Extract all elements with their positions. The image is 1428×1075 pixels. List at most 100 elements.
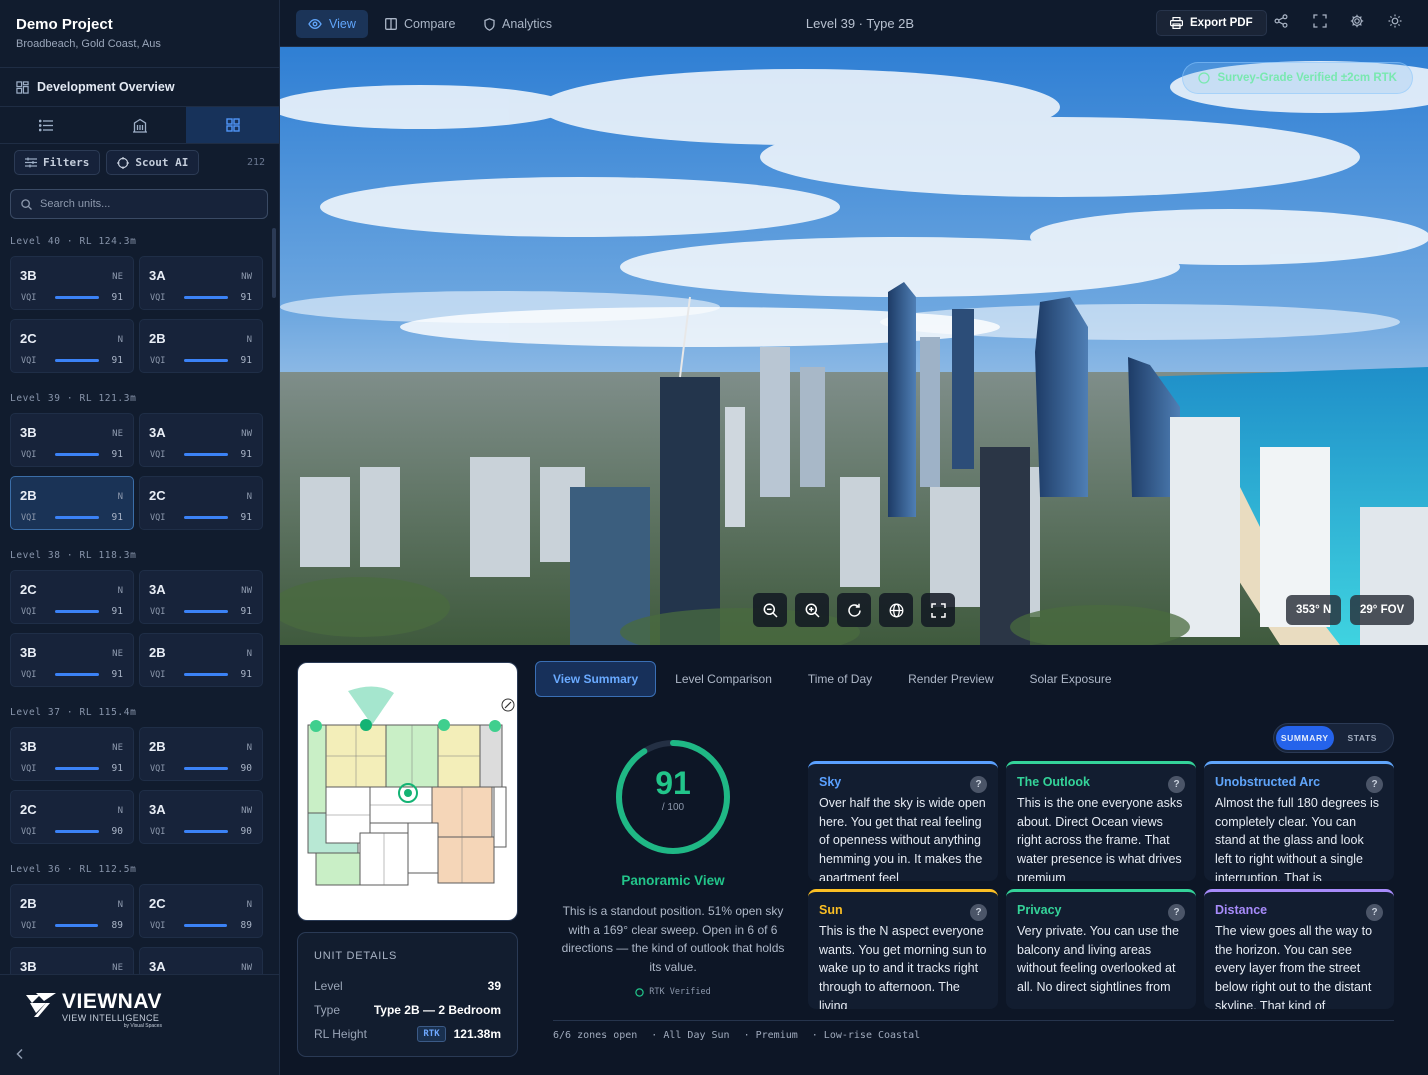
unit-card[interactable]: 3B NE VQI 91	[10, 727, 134, 781]
theme-toggle-button[interactable]	[1388, 14, 1402, 33]
zoom-out-button[interactable]	[753, 593, 787, 627]
insight-card[interactable]: Sun? This is the N aspect everyone wants.…	[808, 889, 998, 1009]
unit-card[interactable]: 3A NW VQI 90	[139, 790, 263, 844]
vqi-bar	[55, 359, 99, 362]
scout-ai-button[interactable]: Scout AI	[106, 150, 200, 175]
building-view-tab[interactable]	[93, 107, 186, 143]
nav-view[interactable]: View	[296, 10, 368, 38]
unit-type: 2C	[20, 802, 37, 817]
unit-card[interactable]: 3B NE VQI 91	[10, 413, 134, 467]
tab-solar-exposure[interactable]: Solar Exposure	[1013, 661, 1129, 697]
help-icon[interactable]: ?	[1168, 776, 1185, 793]
insight-card[interactable]: Unobstructed Arc? Almost the full 180 deg…	[1204, 761, 1394, 881]
help-icon[interactable]: ?	[1168, 904, 1185, 921]
unit-vqi-score: 91	[111, 606, 123, 617]
unit-card[interactable]: 3B NE VQI 91	[10, 633, 134, 687]
nav-analytics[interactable]: Analytics	[472, 10, 564, 38]
insight-card[interactable]: Distance? The view goes all the way to th…	[1204, 889, 1394, 1009]
filters-label: Filters	[43, 156, 90, 169]
viewer-fullscreen-button[interactable]	[921, 593, 955, 627]
brand-name: VIEWNAV	[62, 990, 162, 1013]
unit-card[interactable]: 2B N VQI 91	[10, 476, 134, 530]
unit-card[interactable]: 2B N VQI 89	[10, 884, 134, 938]
vqi-bar	[55, 516, 99, 519]
tab-render-preview[interactable]: Render Preview	[891, 661, 1010, 697]
unit-details-title: UNIT DETAILS	[314, 950, 398, 962]
unit-vqi-score: 91	[240, 512, 252, 523]
development-overview-link[interactable]: Development Overview	[0, 68, 279, 107]
top-bar: View Compare Analytics Level 39 · Type 2…	[280, 0, 1428, 47]
unit-details-panel: UNIT DETAILS Level 39 Type Type 2B — 2 B…	[297, 932, 518, 1057]
export-pdf-button[interactable]: Export PDF	[1156, 10, 1267, 36]
unit-card[interactable]: 3A NW VQI 91	[139, 570, 263, 624]
unit-direction: N	[246, 649, 252, 659]
unit-card[interactable]: 2B N VQI 90	[139, 727, 263, 781]
unit-type: 2C	[20, 582, 37, 597]
vqi-bar	[55, 296, 99, 299]
tab-level-comparison[interactable]: Level Comparison	[658, 661, 789, 697]
help-icon[interactable]: ?	[970, 904, 987, 921]
verified-circle-icon	[1198, 72, 1211, 84]
unit-card[interactable]: 3BNEVQI	[10, 947, 134, 974]
help-icon[interactable]: ?	[1366, 776, 1383, 793]
unit-vqi-score: 90	[240, 826, 252, 837]
export-pdf-label: Export PDF	[1190, 17, 1253, 29]
level-header: Level 39 · RL 121.3m	[10, 393, 137, 404]
unit-card[interactable]: 2C N VQI 89	[139, 884, 263, 938]
unit-card[interactable]: 3ANWVQI	[139, 947, 263, 974]
collapse-sidebar-button[interactable]	[14, 1047, 26, 1065]
globe-view-button[interactable]	[879, 593, 913, 627]
unit-type: 3A	[149, 959, 166, 974]
floor-plan[interactable]	[297, 662, 518, 921]
help-icon[interactable]: ?	[970, 776, 987, 793]
viewnav-logo: VIEWNAV VIEW INTELLIGENCE by Visual Spac…	[24, 991, 162, 1029]
list-view-tab[interactable]	[0, 107, 93, 143]
unit-type: 3A	[149, 582, 166, 597]
unit-type: 3A	[149, 425, 166, 440]
nav-compare[interactable]: Compare	[373, 10, 467, 38]
level-unit-grid: 3B NE VQI 91 2B N VQI 90 2C N VQI 90 3A NW VQI 90	[0, 725, 272, 856]
sidebar: Demo Project Broadbeach, Gold Coast, Aus…	[0, 0, 280, 1075]
grid-view-tab[interactable]	[186, 107, 279, 143]
analysis-tabs: View Summary Level Comparison Time of Da…	[535, 661, 1131, 697]
unit-vqi-score: 91	[111, 763, 123, 774]
search-input[interactable]	[40, 198, 260, 210]
reset-view-button[interactable]	[837, 593, 871, 627]
unit-card[interactable]: 2C N VQI 90	[10, 790, 134, 844]
fullscreen-button[interactable]	[1313, 14, 1327, 33]
panorama-viewer[interactable]: Survey-Grade Verified ±2cm RTK 353° N 29…	[280, 47, 1428, 645]
unit-vqi-score: 91	[111, 669, 123, 680]
unit-vqi-score: 91	[111, 512, 123, 523]
unit-card[interactable]: 3B NE VQI 91	[10, 256, 134, 310]
help-icon[interactable]: ?	[1366, 904, 1383, 921]
insight-card[interactable]: The Outlook? This is the one everyone ask…	[1006, 761, 1196, 881]
unit-vqi-score: 91	[240, 606, 252, 617]
toggle-stats[interactable]: STATS	[1334, 726, 1392, 750]
share-button[interactable]	[1274, 14, 1288, 33]
tab-view-summary[interactable]: View Summary	[535, 661, 657, 697]
summary-stats-toggle: SUMMARY STATS	[1273, 723, 1394, 753]
unit-card[interactable]: 2B N VQI 91	[139, 633, 263, 687]
zoom-in-button[interactable]	[795, 593, 829, 627]
unit-card[interactable]: 3A NW VQI 91	[139, 413, 263, 467]
unit-card[interactable]: 2C N VQI 91	[10, 319, 134, 373]
unit-level-value: 39	[487, 979, 501, 993]
unit-list-scrollbar[interactable]	[272, 228, 276, 298]
viewnav-mark-icon	[26, 993, 56, 1017]
settings-button[interactable]	[1350, 14, 1364, 33]
unit-type-value: Type 2B — 2 Bedroom	[373, 1003, 501, 1017]
chevron-left-icon	[16, 1048, 23, 1060]
insight-card[interactable]: Privacy? Very private. You can use the ba…	[1006, 889, 1196, 1009]
vqi-label: VQI	[150, 607, 166, 617]
footer-divider	[553, 1020, 1394, 1021]
filters-button[interactable]: Filters	[14, 150, 101, 175]
toggle-summary[interactable]: SUMMARY	[1276, 726, 1334, 750]
unit-card[interactable]: 2C N VQI 91	[10, 570, 134, 624]
tab-time-of-day[interactable]: Time of Day	[791, 661, 889, 697]
vqi-label: VQI	[150, 921, 166, 931]
unit-type: 3B	[20, 268, 37, 283]
unit-card[interactable]: 2B N VQI 91	[139, 319, 263, 373]
unit-card[interactable]: 3A NW VQI 91	[139, 256, 263, 310]
unit-card[interactable]: 2C N VQI 91	[139, 476, 263, 530]
insight-card[interactable]: Sky? Over half the sky is wide open here.…	[808, 761, 998, 881]
